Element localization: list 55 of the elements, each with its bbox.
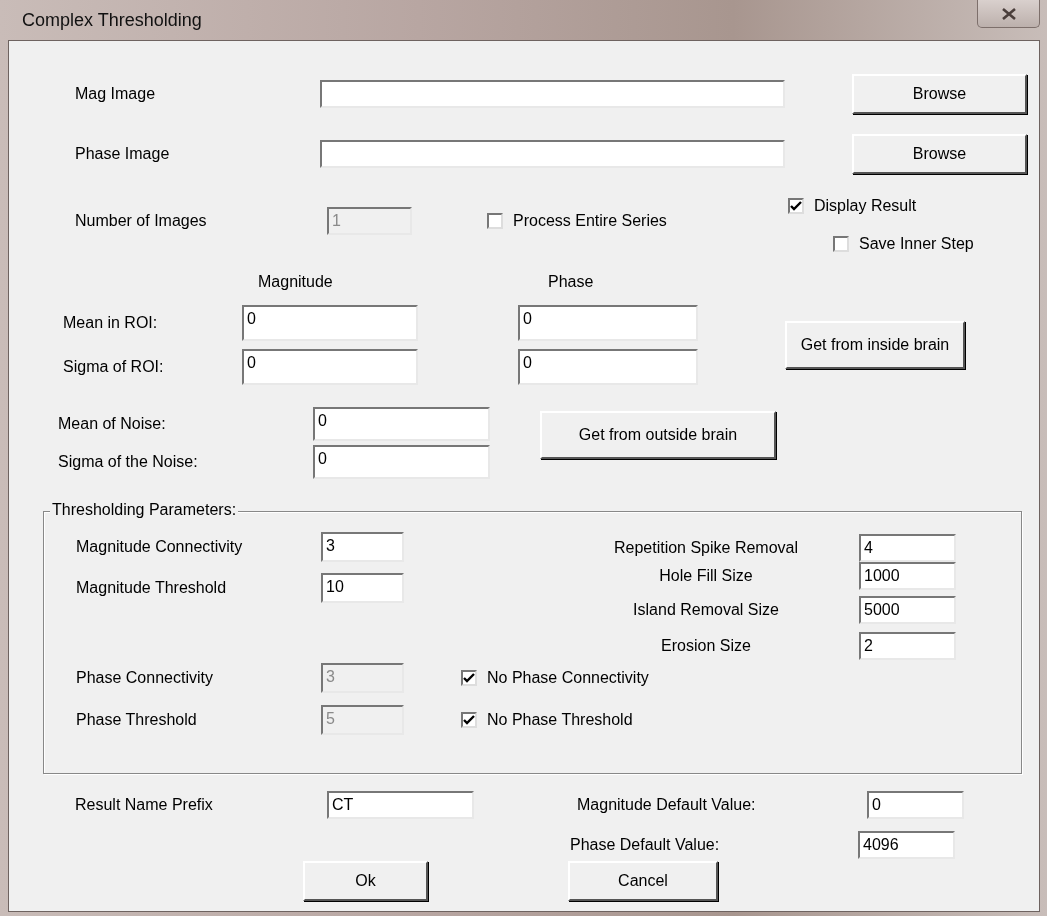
dialog-button[interactable]: Cancel xyxy=(568,861,718,901)
field-label: Mean in ROI: xyxy=(63,314,159,332)
field-label: Number of Images xyxy=(75,212,208,230)
input-field[interactable]: 1000 xyxy=(859,562,956,590)
field-label: Mean of Noise: xyxy=(58,415,167,433)
checkbox-label: No Phase Threshold xyxy=(487,711,633,729)
input-field[interactable]: 0 xyxy=(313,445,490,479)
input-field[interactable]: 0 xyxy=(518,349,698,385)
input-field[interactable]: 5000 xyxy=(859,596,956,624)
input-field[interactable]: 0 xyxy=(242,305,418,341)
field-label: Phase Threshold xyxy=(76,711,198,729)
field-label: Hole Fill Size xyxy=(658,567,754,585)
input-field[interactable]: 3 xyxy=(321,532,404,562)
input-field[interactable] xyxy=(320,80,785,108)
input-field[interactable]: 2 xyxy=(859,632,956,660)
input-field[interactable] xyxy=(320,140,785,168)
field-label: Phase Image xyxy=(75,145,171,163)
close-button[interactable] xyxy=(977,0,1040,28)
dialog-button[interactable]: Ok xyxy=(303,861,428,901)
column-header: Magnitude xyxy=(258,273,334,291)
field-label: Result Name Prefix xyxy=(75,796,214,814)
browse-button[interactable]: Browse xyxy=(852,74,1027,114)
input-field[interactable]: 0 xyxy=(867,791,964,819)
field-label: Sigma of the Noise: xyxy=(58,453,199,471)
column-header: Phase xyxy=(548,273,595,291)
checkbox-label: No Phase Connectivity xyxy=(487,669,649,687)
group-legend: Thresholding Parameters: xyxy=(50,501,239,519)
input-field[interactable]: CT xyxy=(327,791,474,819)
checkbox-label: Process Entire Series xyxy=(513,212,667,230)
checkbox[interactable] xyxy=(833,236,849,252)
field-label: Island Removal Size xyxy=(632,601,780,619)
field-label: Mag Image xyxy=(75,85,157,103)
field-label: Phase Default Value: xyxy=(570,836,721,854)
window-title: Complex Thresholding xyxy=(22,9,202,31)
checkbox[interactable] xyxy=(487,213,503,229)
field-label: Repetition Spike Removal xyxy=(612,539,800,557)
get-outside-button[interactable]: Get from outside brain xyxy=(540,411,776,459)
checkbox-label: Save Inner Step xyxy=(859,235,974,253)
input-field[interactable]: 4 xyxy=(859,534,956,562)
field-label: Sigma of ROI: xyxy=(63,358,165,376)
field-label: Phase Connectivity xyxy=(76,669,214,687)
browse-button[interactable]: Browse xyxy=(852,134,1027,174)
input-field[interactable]: 0 xyxy=(242,349,418,385)
checkbox-label: Display Result xyxy=(814,197,917,215)
field-label: Magnitude Threshold xyxy=(76,579,228,597)
close-icon xyxy=(1000,7,1017,20)
input-field[interactable]: 0 xyxy=(313,407,490,441)
input-field[interactable]: 0 xyxy=(518,305,698,341)
get-inside-button[interactable]: Get from inside brain xyxy=(785,321,965,369)
input-field[interactable]: 4096 xyxy=(858,831,955,859)
input-field[interactable]: 10 xyxy=(321,573,404,603)
field-label: Magnitude Connectivity xyxy=(76,538,244,556)
checkbox[interactable] xyxy=(788,198,804,214)
field-label: Magnitude Default Value: xyxy=(577,796,757,814)
field-label: Erosion Size xyxy=(660,637,752,655)
